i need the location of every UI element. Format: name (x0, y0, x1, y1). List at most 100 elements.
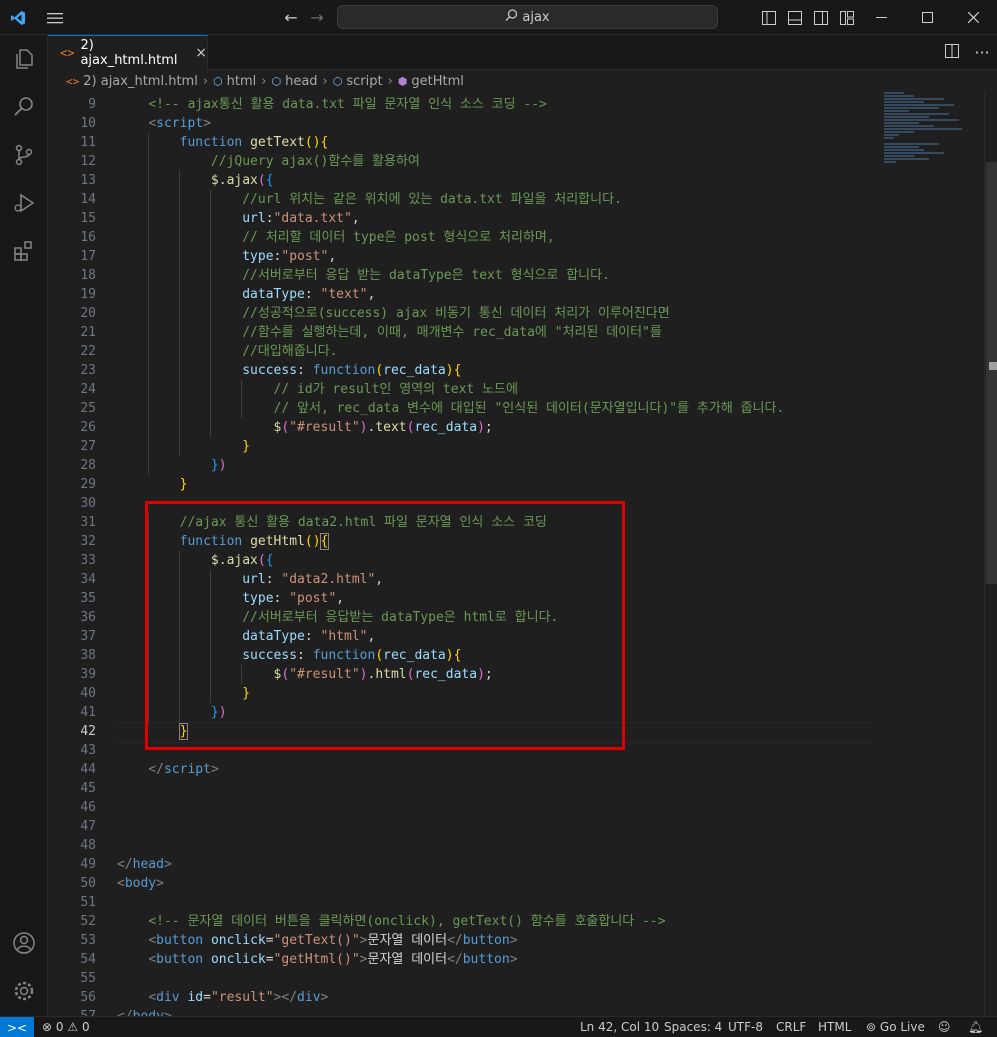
line-number: 55 (80, 971, 96, 986)
minimize-icon[interactable] (866, 0, 896, 35)
search-text: ajax (522, 9, 550, 25)
code-line-14: //url 위치는 같은 위치에 있는 data.txt 파일을 처리합니다. (242, 192, 622, 207)
line-number: 11 (80, 135, 96, 150)
breadcrumb-gethtml[interactable]: getHtml (411, 74, 464, 89)
search-view-icon[interactable] (0, 83, 48, 131)
code-line-34: url: "data2.html", (242, 572, 384, 587)
vertical-scrollbar[interactable] (984, 92, 997, 1016)
accounts-icon[interactable] (0, 919, 48, 967)
minimap[interactable] (884, 92, 984, 222)
line-number: 53 (80, 933, 96, 948)
code-lines[interactable]: <!-- ajax통신 활용 data.txt 파일 문자열 인식 소스 코딩 … (115, 95, 887, 1016)
line-number: 34 (80, 572, 96, 587)
close-icon[interactable] (958, 0, 988, 35)
tab-label: 2) ajax_html.html (80, 38, 178, 68)
line-number: 23 (80, 363, 96, 378)
toggle-secondary-sidebar-icon[interactable] (812, 0, 830, 35)
code-line-38: success: function(rec_data){ (242, 648, 462, 663)
breadcrumb-head[interactable]: head (285, 74, 317, 89)
scrollbar-cursor-marker (989, 362, 997, 370)
code-line-13: $.ajax({ (210, 173, 274, 188)
activity-bar (0, 35, 48, 1016)
line-ending[interactable]: CRLF (776, 1017, 806, 1037)
code-line-49: </head> (117, 857, 172, 872)
code-line-53: <button onclick="getText()">문자열 데이터</but… (148, 933, 518, 948)
code-line-17: type:"post", (242, 249, 337, 264)
line-number: 22 (80, 344, 96, 359)
error-icon: ⊗ (42, 1020, 53, 1034)
scrollbar-thumb[interactable] (986, 162, 997, 584)
code-line-24: // id가 result인 영역의 text 노드에 (273, 382, 518, 397)
line-number: 31 (80, 515, 96, 530)
toggle-panel-icon[interactable] (786, 0, 804, 35)
extensions-icon[interactable] (0, 227, 48, 275)
line-number: 46 (80, 800, 96, 815)
line-number: 27 (80, 439, 96, 454)
notifications-bell-icon[interactable]: 🔔︎ (968, 1017, 983, 1037)
line-number: 29 (80, 477, 96, 492)
feedback-icon[interactable]: ☺ (938, 1017, 951, 1037)
tab-close-icon[interactable]: × (195, 45, 207, 61)
maximize-icon[interactable] (912, 0, 942, 35)
line-number: 16 (80, 230, 96, 245)
back-arrow-icon[interactable]: ← (280, 0, 302, 35)
line-number: 48 (80, 838, 96, 853)
line-number: 13 (80, 173, 96, 188)
code-line-22: //대입해줍니다. (242, 344, 338, 359)
line-number: 26 (80, 420, 96, 435)
code-line-33: $.ajax({ (210, 553, 274, 568)
code-line-57: </body> (117, 1007, 887, 1016)
line-number: 45 (80, 781, 96, 796)
breadcrumb-script[interactable]: script (346, 74, 382, 89)
code-editor[interactable]: 9 10 11 12 13 14 15 16 17 18 19 20 21 22 23 24 25 26 27 28 2… (48, 92, 997, 1016)
html-file-icon: <> (60, 46, 75, 60)
line-number: 47 (80, 819, 96, 834)
error-count: 0 (55, 1020, 64, 1034)
forward-arrow-icon[interactable]: → (306, 0, 328, 35)
split-editor-icon[interactable] (937, 43, 967, 62)
title-bar: ← → ajax (0, 0, 997, 35)
code-line-37: dataType: "html", (242, 629, 376, 644)
remote-indicator-icon[interactable]: >< (0, 1017, 34, 1037)
go-live-button[interactable]: ⊚ Go Live (866, 1017, 925, 1037)
search-icon (505, 8, 518, 26)
line-number: 25 (80, 401, 96, 416)
code-line-52: <!-- 문자열 데이터 버튼을 클릭하면(onclick), getText(… (148, 914, 666, 929)
line-number: 12 (80, 154, 96, 169)
method-icon: ⬢ (397, 74, 408, 88)
run-debug-icon[interactable] (0, 179, 48, 227)
line-number: 51 (80, 895, 96, 910)
command-center-search[interactable]: ajax (337, 5, 718, 29)
manage-gear-icon[interactable] (0, 967, 48, 1015)
element-icon: ⬡ (271, 74, 282, 88)
customize-layout-icon[interactable] (838, 0, 856, 35)
breadcrumb: <> 2) ajax_html.html › ⬡ html › ⬡ head ›… (48, 70, 997, 92)
more-actions-icon[interactable]: ··· (967, 43, 997, 62)
line-number: 41 (80, 705, 96, 720)
explorer-icon[interactable] (0, 35, 48, 83)
indentation[interactable]: Spaces: 4 (664, 1017, 722, 1037)
tab-ajax-html[interactable]: <> 2) ajax_html.html × (48, 35, 208, 70)
code-line-36: //서버로부터 응답받는 dataType은 html로 합니다. (242, 610, 559, 625)
line-number: 36 (80, 610, 96, 625)
problems-indicator[interactable]: ⊗ 0 ⚠ 0 (42, 1017, 90, 1037)
source-control-icon[interactable] (0, 131, 48, 179)
breadcrumb-html[interactable]: html (227, 74, 257, 89)
menu-icon[interactable] (44, 0, 66, 35)
language-mode[interactable]: HTML (818, 1017, 851, 1037)
cursor-position[interactable]: Ln 42, Col 10 (580, 1017, 659, 1037)
code-line-11: function getText(){ (179, 135, 329, 150)
code-line-35: type: "post", (242, 591, 344, 606)
toggle-sidebar-icon[interactable] (760, 0, 778, 35)
line-number: 19 (80, 287, 96, 302)
editor-actions: ··· (937, 35, 997, 70)
html-file-icon: <> (66, 74, 80, 88)
status-bar: >< ⊗ 0 ⚠ 0 Ln 42, Col 10 Spaces: 4 UTF-8… (0, 1016, 997, 1037)
line-number: 56 (80, 990, 96, 1005)
encoding[interactable]: UTF-8 (728, 1017, 763, 1037)
breadcrumb-file[interactable]: 2) ajax_html.html (83, 74, 198, 89)
